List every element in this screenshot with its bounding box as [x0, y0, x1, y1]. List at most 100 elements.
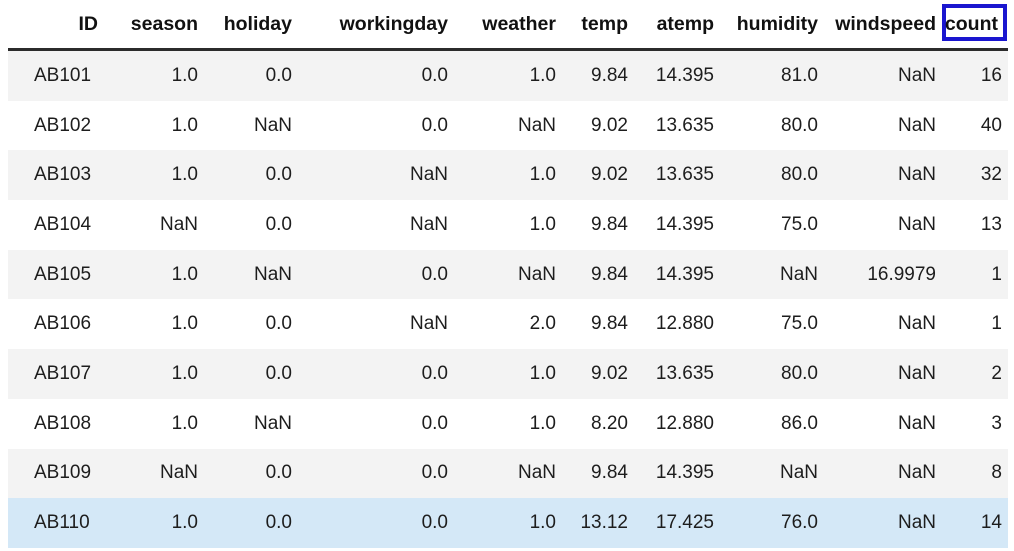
cell-holiday: 0.0: [204, 49, 298, 101]
cell-weather: NaN: [454, 100, 562, 151]
cell-holiday: NaN: [204, 249, 298, 300]
cell-humidity: 75.0: [720, 299, 824, 350]
cell-windspeed: NaN: [824, 100, 942, 151]
cell-windspeed: NaN: [824, 299, 942, 350]
cell-workingday: NaN: [298, 200, 454, 250]
cell-humidity: 80.0: [720, 150, 824, 201]
column-header-label: workingday: [339, 12, 448, 35]
cell-temp: 9.84: [562, 249, 634, 300]
cell-windspeed: NaN: [824, 349, 942, 399]
cell-count: 16: [942, 49, 1008, 101]
cell-weather: 1.0: [454, 498, 562, 548]
cell-season: NaN: [104, 448, 204, 499]
cell-holiday: 0.0: [204, 498, 298, 548]
table-row[interactable]: AB102 1.0 NaN 0.0 NaN 9.02 13.635 80.0 NaN 40: [8, 100, 1008, 151]
column-header-label: temp: [581, 12, 628, 35]
cell-count: 2: [942, 349, 1008, 399]
column-header-label: atemp: [656, 12, 714, 35]
cell-count: 1: [942, 299, 1008, 350]
cell-workingday: NaN: [298, 150, 454, 201]
table-header-row: ID season holiday workingday weather temp atem…: [8, 0, 1008, 51]
cell-season: 1.0: [104, 150, 204, 201]
table-row[interactable]: AB105 1.0 NaN 0.0 NaN 9.84 14.395 NaN 16.9979 1: [8, 249, 1008, 300]
cell-season: 1.0: [104, 249, 204, 300]
cell-humidity: 80.0: [720, 100, 824, 151]
cell-weather: 1.0: [454, 49, 562, 101]
column-header-windspeed[interactable]: windspeed: [824, 0, 942, 51]
table-row[interactable]: AB108 1.0 NaN 0.0 1.0 8.20 12.880 86.0 NaN 3: [8, 398, 1008, 449]
column-header-count[interactable]: count: [942, 0, 1008, 51]
cell-season: 1.0: [104, 398, 204, 449]
cell-workingday: NaN: [298, 299, 454, 350]
cell-windspeed: NaN: [824, 49, 942, 101]
column-header-atemp[interactable]: atemp: [634, 0, 720, 51]
cell-count: 1: [942, 249, 1008, 300]
cell-atemp: 13.635: [634, 150, 720, 201]
table-row[interactable]: AB107 1.0 0.0 0.0 1.0 9.02 13.635 80.0 NaN 2: [8, 349, 1008, 399]
column-header-label: season: [130, 12, 198, 35]
cell-atemp: 13.635: [634, 100, 720, 151]
cell-humidity: 76.0: [720, 498, 824, 548]
table-row[interactable]: AB110 1.0 0.0 0.0 1.0 13.12 17.425 76.0 NaN 14: [8, 498, 1008, 548]
table-row[interactable]: AB104 NaN 0.0 NaN 1.0 9.84 14.395 75.0 NaN 13: [8, 200, 1008, 250]
cell-workingday: 0.0: [298, 349, 454, 399]
cell-season: 1.0: [104, 498, 204, 548]
dataframe-view: ID season holiday workingday weather temp atem…: [0, 0, 1014, 551]
cell-id: AB101: [8, 49, 104, 101]
table-header: ID season holiday workingday weather temp atem…: [8, 0, 1008, 51]
cell-windspeed: NaN: [824, 150, 942, 201]
cell-windspeed: NaN: [824, 448, 942, 499]
cell-atemp: 14.395: [634, 448, 720, 499]
column-header-season[interactable]: season: [104, 0, 204, 51]
cell-id: AB105: [8, 249, 104, 300]
column-header-label: count: [944, 12, 998, 35]
cell-holiday: 0.0: [204, 200, 298, 250]
cell-count: 40: [942, 100, 1008, 151]
column-header-workingday[interactable]: workingday: [298, 0, 454, 51]
cell-weather: 2.0: [454, 299, 562, 350]
cell-weather: 1.0: [454, 398, 562, 449]
cell-id: AB106: [8, 299, 104, 350]
column-header-temp[interactable]: temp: [562, 0, 634, 51]
cell-windspeed: 16.9979: [824, 249, 942, 300]
cell-id: AB103: [8, 150, 104, 201]
cell-id: AB108: [8, 398, 104, 449]
cell-temp: 9.84: [562, 200, 634, 250]
cell-windspeed: NaN: [824, 498, 942, 548]
cell-holiday: 0.0: [204, 448, 298, 499]
cell-season: 1.0: [104, 349, 204, 399]
cell-holiday: 0.0: [204, 299, 298, 350]
cell-workingday: 0.0: [298, 448, 454, 499]
cell-temp: 9.84: [562, 49, 634, 101]
cell-atemp: 12.880: [634, 299, 720, 350]
column-header-weather[interactable]: weather: [454, 0, 562, 51]
table-body: AB101 1.0 0.0 0.0 1.0 9.84 14.395 81.0 NaN 16 AB10…: [8, 49, 1008, 548]
cell-count: 32: [942, 150, 1008, 201]
cell-count: 8: [942, 448, 1008, 499]
cell-atemp: 13.635: [634, 349, 720, 399]
cell-season: NaN: [104, 200, 204, 250]
cell-temp: 9.02: [562, 100, 634, 151]
table-row[interactable]: AB101 1.0 0.0 0.0 1.0 9.84 14.395 81.0 NaN 16: [8, 49, 1008, 101]
table-row[interactable]: AB106 1.0 0.0 NaN 2.0 9.84 12.880 75.0 NaN 1: [8, 299, 1008, 350]
cell-windspeed: NaN: [824, 200, 942, 250]
column-header-label: ID: [78, 12, 99, 35]
cell-count: 13: [942, 200, 1008, 250]
cell-atemp: 14.395: [634, 49, 720, 101]
table-row[interactable]: AB109 NaN 0.0 0.0 NaN 9.84 14.395 NaN NaN 8: [8, 448, 1008, 499]
column-header-id[interactable]: ID: [8, 0, 104, 51]
cell-windspeed: NaN: [824, 398, 942, 449]
cell-temp: 9.02: [562, 150, 634, 201]
table-row[interactable]: AB103 1.0 0.0 NaN 1.0 9.02 13.635 80.0 NaN 32: [8, 150, 1008, 201]
cell-humidity: 80.0: [720, 349, 824, 399]
column-header-holiday[interactable]: holiday: [204, 0, 298, 51]
cell-humidity: 81.0: [720, 49, 824, 101]
cell-temp: 9.84: [562, 448, 634, 499]
cell-weather: 1.0: [454, 349, 562, 399]
cell-atemp: 17.425: [634, 498, 720, 548]
cell-humidity: 75.0: [720, 200, 824, 250]
cell-workingday: 0.0: [298, 100, 454, 151]
column-header-humidity[interactable]: humidity: [720, 0, 824, 51]
cell-holiday: 0.0: [204, 150, 298, 201]
column-header-label: humidity: [736, 12, 818, 35]
